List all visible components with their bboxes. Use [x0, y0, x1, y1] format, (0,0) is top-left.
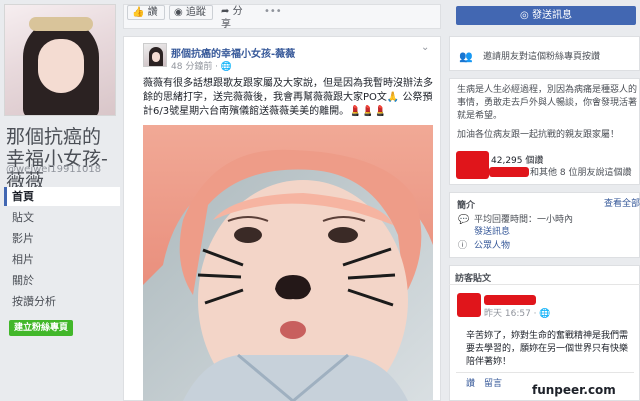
- send-message-button[interactable]: ◎ 發送訊息: [456, 6, 636, 25]
- post-photo-image: [143, 125, 433, 401]
- thumbs-up-icon: 👍: [132, 7, 145, 18]
- follow-label: 追蹤: [185, 7, 206, 18]
- rss-icon: ◉: [174, 7, 183, 18]
- timestamp-text: 48 分鐘前 ·: [171, 62, 221, 72]
- redacted-visitor-avatar: [457, 293, 481, 317]
- post-text: 薇薇有很多話想跟歌友跟家屬及大家說，但是因為我暫時沒辦法多餘的思緒打字，送完薇薇…: [143, 78, 433, 117]
- nav-item-videos[interactable]: 影片: [4, 229, 120, 248]
- nav-label: 影片: [12, 232, 34, 245]
- nav-label: 按讚分析: [12, 295, 56, 308]
- share-button[interactable]: ➦ 分享: [217, 5, 255, 30]
- like-page-button[interactable]: 👍 讚: [127, 5, 165, 20]
- visitor-posts-title: 訪客貼文: [455, 274, 492, 284]
- page-category[interactable]: 公眾人物: [474, 240, 510, 253]
- follow-button[interactable]: ◉ 追蹤: [169, 5, 213, 20]
- nav-item-photos[interactable]: 相片: [4, 250, 120, 269]
- nav-label: 首頁: [12, 190, 34, 203]
- visitor-post-time[interactable]: 昨天 16:57 · 🌐: [484, 308, 551, 321]
- visitor-post-like-link[interactable]: 讚: [466, 378, 475, 391]
- invite-friends-link[interactable]: 邀請朋友對這個粉絲專頁按讚: [483, 51, 600, 64]
- message-label: 發送訊息: [531, 10, 572, 21]
- speech-bubble-icon: 💬: [458, 215, 470, 225]
- like-label: 讚: [147, 7, 158, 18]
- add-friend-icon: 👥: [459, 50, 473, 63]
- post-photo[interactable]: [143, 125, 433, 401]
- globe-icon: 🌐: [539, 309, 551, 319]
- info-circle-icon: ⓘ: [458, 241, 468, 251]
- create-page-button[interactable]: 建立粉絲專頁: [9, 320, 73, 336]
- post-options-chevron-icon[interactable]: ⌄: [421, 42, 429, 53]
- page-handle[interactable]: @weiwei19911018: [6, 164, 101, 175]
- nav-label: 關於: [12, 274, 34, 287]
- redacted-visitor-name: [484, 295, 536, 305]
- divider: [456, 372, 634, 373]
- nav-label: 貼文: [12, 211, 34, 224]
- nav-label: 相片: [12, 253, 34, 266]
- nav-item-home[interactable]: 首頁: [4, 187, 120, 206]
- visitor-post-comment-link[interactable]: 留言: [484, 378, 502, 391]
- redacted-friend-name: [489, 167, 529, 177]
- post-timestamp[interactable]: 48 分鐘前 · 🌐: [171, 59, 232, 72]
- divider: [449, 284, 640, 285]
- visitor-time-text: 昨天 16:57 ·: [484, 309, 540, 319]
- more-options-button[interactable]: •••: [260, 5, 286, 20]
- nav-item-insights[interactable]: 按讚分析: [4, 292, 120, 311]
- page-profile-picture[interactable]: [4, 4, 116, 116]
- post-author-name[interactable]: 那個抗癌的幸福小女孩-薇薇: [171, 45, 295, 60]
- info-title: 簡介: [457, 201, 476, 211]
- visitor-post-text: 辛苦妳了，妳對生命的奮戰精神是我們需要去學習的，願妳在另一個世界只有快樂陪伴著妳…: [466, 331, 629, 367]
- see-all-link[interactable]: 查看全部: [604, 198, 640, 211]
- post-author-avatar[interactable]: [143, 43, 167, 67]
- send-message-link[interactable]: 發送訊息: [474, 226, 510, 239]
- messenger-icon: ◎: [520, 10, 529, 21]
- nav-item-posts[interactable]: 貼文: [4, 208, 120, 227]
- page-title[interactable]: 那個抗癌的幸福小女孩-薇薇: [6, 126, 118, 192]
- watermark-text: funpeer.com: [532, 383, 616, 397]
- about-description-2: 加油各位病友跟一起抗戰的親友跟家屬！: [457, 130, 620, 140]
- nav-item-about[interactable]: 關於: [4, 271, 120, 290]
- share-arrow-icon: ➦: [221, 6, 230, 17]
- redacted-friends-avatars: [456, 151, 489, 179]
- about-description: 生病是人生必經過程，別因為病痛是種惡人的事情，勇敢走去戶外與人暢談，你會發現活著…: [457, 85, 638, 121]
- likes-friends-text[interactable]: 和其他 8 位朋友說這個讚: [530, 167, 631, 180]
- globe-icon: 🌐: [220, 62, 233, 72]
